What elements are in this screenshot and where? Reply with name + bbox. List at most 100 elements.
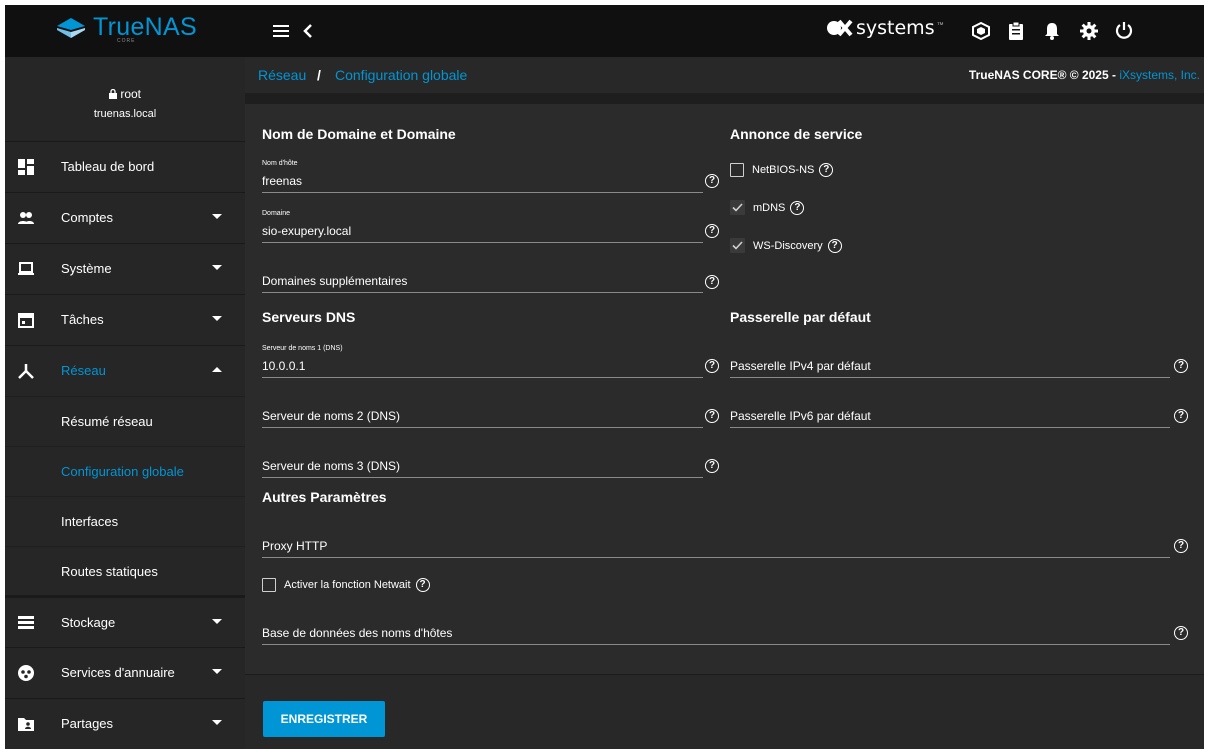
ipv6-gateway-help-icon[interactable]: ? [1174,409,1188,423]
netbios-help-icon[interactable]: ? [819,163,834,177]
sidebar-item-system[interactable]: Système [5,243,245,295]
laptop-icon [18,262,34,275]
ixsystems-logo[interactable]: systems ™ [827,17,944,39]
additional-domains-field[interactable]: Domaines supplémentaires [262,254,703,293]
netwait-checkbox-row[interactable]: Activer la fonction Netwait ? [262,578,430,592]
breadcrumb-current[interactable]: Configuration globale [335,67,467,83]
domain-field[interactable]: Domaine sio-exupery.local [262,204,703,243]
sidebar-subitem-global-configuration[interactable]: Configuration globale [5,446,245,496]
sidebar-item-network[interactable]: Réseau [5,345,245,397]
sidebar-subitem-interfaces[interactable]: Interfaces [5,496,245,546]
sidebar-item-label: Services d'annuaire [61,665,175,680]
sidebar-item-accounts[interactable]: Comptes [5,192,245,244]
vendor-tm: ™ [936,21,944,29]
sidebar-item-label: Comptes [61,210,114,225]
netwait-help-icon[interactable]: ? [415,578,430,592]
clipboard-icon[interactable] [1008,21,1024,41]
sidebar-item-dashboard[interactable]: Tableau de bord [5,141,245,193]
truenas-logo-icon [57,17,85,38]
hostname-field[interactable]: Nom d'hôte freenas [262,154,703,193]
bell-icon[interactable] [1044,22,1060,40]
nameserver1-help-icon[interactable]: ? [705,359,719,373]
additional-domains-placeholder: Domaines supplémentaires [262,274,408,288]
top-bar: TrueNAS CORE systems ™ [5,5,1204,57]
hostname-help-icon[interactable]: ? [705,174,719,188]
service-section-title: Annonce de service [730,126,863,142]
ipv4-gateway-field[interactable]: Passerelle IPv4 par défaut [730,339,1170,378]
ipv4-gateway-help-icon[interactable]: ? [1174,359,1188,373]
brand-name: TrueNAS [93,13,197,41]
http-proxy-field[interactable]: Proxy HTTP [262,519,1170,558]
hosts-database-field[interactable]: Base de données des noms d'hôtes [262,606,1170,645]
hosts-database-help-icon[interactable]: ? [1174,626,1188,640]
power-icon[interactable] [1115,21,1133,39]
nameserver1-value: 10.0.0.1 [262,359,306,373]
netbios-checkbox-row[interactable]: NetBIOS-NS ? [730,163,834,177]
chevron-down-icon [212,214,222,219]
nameserver3-help-icon[interactable]: ? [705,459,719,473]
domain-section-title: Nom de Domaine et Domaine [262,126,456,142]
sidebar-subitem-label: Configuration globale [61,464,184,479]
copyright-link[interactable]: iXsystems, Inc. [1119,68,1200,82]
menu-icon[interactable] [273,25,289,37]
domain-value: sio-exupery.local [262,224,352,238]
wsd-label: WS-Discovery [753,239,823,252]
truecommand-icon[interactable] [972,22,990,40]
sidebar-item-tasks[interactable]: Tâches [5,294,245,346]
sidebar-subitem-label: Routes statiques [61,564,158,579]
calendar-icon [18,313,34,328]
http-proxy-help-icon[interactable]: ? [1174,539,1188,553]
mdns-checkbox[interactable] [730,200,745,215]
sidebar-item-label: Tableau de bord [61,159,155,174]
nameserver2-placeholder: Serveur de noms 2 (DNS) [262,409,401,423]
mdns-checkbox-row[interactable]: mDNS ? [730,200,805,215]
mdns-label: mDNS [753,201,786,214]
ix-logo-icon [827,19,853,37]
user-block: root truenas.local [5,57,245,141]
user-host: truenas.local [93,108,157,120]
nameserver1-field[interactable]: Serveur de noms 1 (DNS) 10.0.0.1 [262,339,703,378]
user-name: root [5,87,245,101]
storage-icon [18,616,34,629]
folder-share-icon [18,718,34,731]
nameserver3-field[interactable]: Serveur de noms 3 (DNS) [262,439,703,478]
vendor-name: systems [856,17,935,39]
gear-icon[interactable] [1080,22,1098,40]
hosts-database-placeholder: Base de données des noms d'hôtes [262,626,453,640]
ipv4-gateway-placeholder: Passerelle IPv4 par défaut [730,359,871,373]
sidebar-item-label: Réseau [61,363,106,378]
dns-section-title: Serveurs DNS [262,309,356,325]
sidebar-item-label: Système [61,261,112,276]
breadcrumb-parent[interactable]: Réseau [258,67,306,83]
netbios-checkbox[interactable] [730,163,744,177]
chevron-up-icon [212,367,222,372]
save-button[interactable]: ENREGISTRER [263,701,385,737]
form-actions: ENREGISTRER [245,674,1204,749]
sidebar-item-label: Tâches [61,312,104,327]
copyright-text: TrueNAS CORE® © 2025 - [968,68,1120,82]
wsd-checkbox[interactable] [730,238,745,253]
domain-help-icon[interactable]: ? [705,224,719,238]
mdns-help-icon[interactable]: ? [790,200,805,215]
nameserver2-help-icon[interactable]: ? [705,409,719,423]
sidebar: root truenas.local Tableau de bord Compt… [5,57,245,749]
additional-domains-help-icon[interactable]: ? [705,275,719,289]
breadcrumb: Réseau / Configuration globale TrueNAS C… [245,57,1204,93]
netwait-checkbox[interactable] [262,578,276,592]
wsd-checkbox-row[interactable]: WS-Discovery ? [730,238,842,253]
wsd-help-icon[interactable]: ? [827,238,842,253]
ipv6-gateway-field[interactable]: Passerelle IPv6 par défaut [730,389,1170,428]
breadcrumb-separator: / [317,67,321,83]
chevron-left-icon[interactable] [303,24,313,38]
nameserver2-field[interactable]: Serveur de noms 2 (DNS) [262,389,703,428]
sidebar-item-shares[interactable]: Partages [5,698,245,749]
sidebar-item-storage[interactable]: Stockage [5,595,245,649]
hostname-label: Nom d'hôte [262,160,298,167]
sidebar-item-directory-services[interactable]: Services d'annuaire [5,647,245,699]
copyright: TrueNAS CORE® © 2025 - iXsystems, Inc. [969,68,1200,82]
dashboard-icon [18,159,34,175]
http-proxy-placeholder: Proxy HTTP [262,539,328,553]
sidebar-subitem-static-routes[interactable]: Routes statiques [5,546,245,596]
chevron-down-icon [212,265,222,270]
sidebar-subitem-network-summary[interactable]: Résumé réseau [5,396,245,446]
